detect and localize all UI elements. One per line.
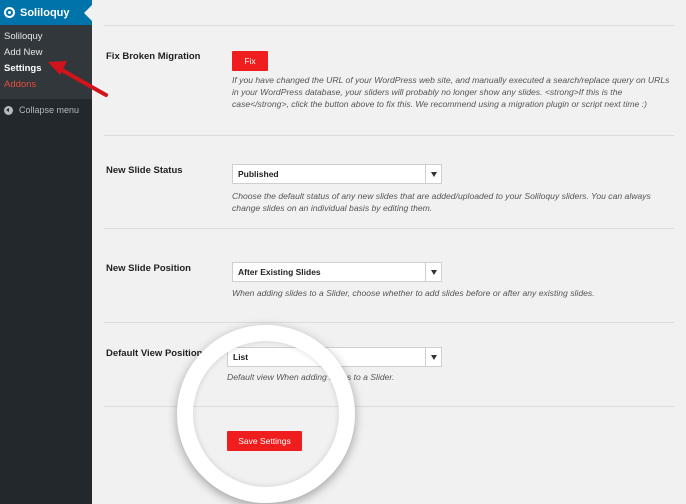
divider bbox=[104, 25, 674, 26]
menu-soliloquy[interactable]: Soliloquy bbox=[0, 0, 92, 25]
chevron-down-icon bbox=[425, 348, 441, 366]
new-slide-status-value: Published bbox=[238, 169, 279, 179]
fix-migration-label: Fix Broken Migration bbox=[106, 51, 201, 62]
new-slide-position-description: When adding slides to a Slider, choose w… bbox=[232, 288, 595, 298]
red-arrow-annotation bbox=[48, 61, 108, 97]
new-slide-position-value: After Existing Slides bbox=[238, 267, 321, 277]
chevron-down-icon bbox=[425, 165, 441, 183]
new-slide-position-label: New Slide Position bbox=[106, 263, 191, 274]
new-slide-status-description: Choose the default status of any new sli… bbox=[232, 191, 651, 213]
new-slide-status-select[interactable]: Published bbox=[232, 164, 442, 184]
default-view-position-label: Default View Position bbox=[106, 348, 203, 359]
new-slide-position-select[interactable]: After Existing Slides bbox=[232, 262, 442, 282]
magnifier-highlight-ring bbox=[177, 325, 355, 503]
collapse-label: Collapse menu bbox=[19, 105, 80, 115]
fix-button[interactable]: Fix bbox=[232, 51, 268, 71]
fix-migration-description: If you have changed the URL of your Word… bbox=[232, 75, 670, 109]
new-slide-status-label: New Slide Status bbox=[106, 165, 183, 176]
menu-title: Soliloquy bbox=[20, 6, 70, 19]
divider bbox=[104, 228, 674, 229]
divider bbox=[104, 135, 674, 136]
submenu-item-soliloquy[interactable]: Soliloquy bbox=[0, 29, 92, 45]
chevron-down-icon bbox=[425, 263, 441, 281]
divider bbox=[104, 322, 674, 323]
collapse-icon bbox=[4, 105, 13, 115]
soliloquy-icon bbox=[4, 7, 15, 18]
